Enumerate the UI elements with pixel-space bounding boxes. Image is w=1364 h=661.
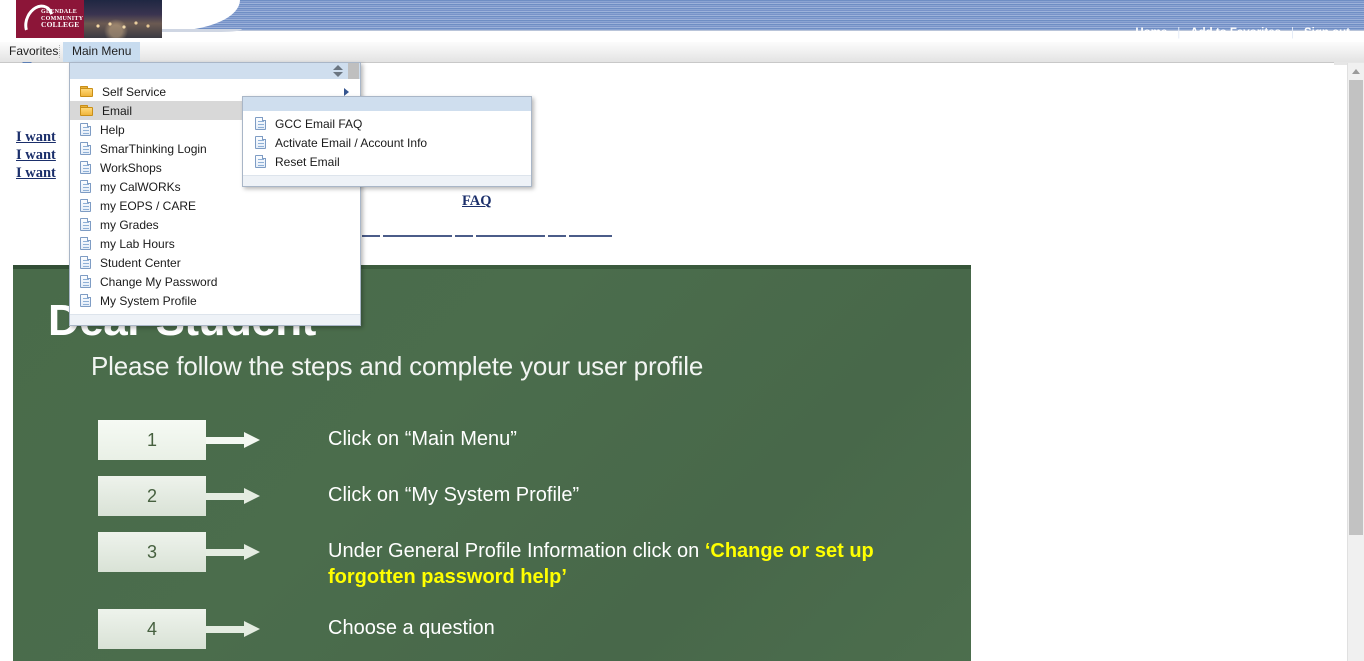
email-submenu: GCC Email FAQ Activate Email / Account I… <box>242 96 532 187</box>
step-text: Choose a question <box>328 617 495 639</box>
menu-item-my-eops-care[interactable]: my EOPS / CARE <box>70 196 360 215</box>
menu-bar-divider <box>59 45 60 59</box>
menu-item-label: Student Center <box>100 255 181 270</box>
submenu-item-label: GCC Email FAQ <box>275 116 363 131</box>
banner-subtitle: Please follow the steps and complete you… <box>91 351 704 381</box>
submenu-item-label: Activate Email / Account Info <box>275 135 428 150</box>
menu-item-my-system-profile[interactable]: My System Profile <box>70 291 360 310</box>
menu-item-label: my CalWORKs <box>100 179 181 194</box>
scrollbar-thumb[interactable] <box>1349 80 1363 535</box>
menu-item-label: WorkShops <box>100 160 162 175</box>
menu-item-my-grades[interactable]: my Grades <box>70 215 360 234</box>
submenu-item-activate-email-account-info[interactable]: Activate Email / Account Info <box>243 133 531 152</box>
document-icon <box>80 275 91 288</box>
menu-footer <box>70 314 360 325</box>
step-number-box: 1 <box>98 420 206 460</box>
menu-item-student-center[interactable]: Student Center <box>70 253 360 272</box>
menu-scroll-down-icon <box>333 72 343 77</box>
scroll-up-button[interactable] <box>1348 63 1364 79</box>
menu-item-label: Email <box>102 103 133 118</box>
document-icon <box>80 237 91 250</box>
menu-item-label: My System Profile <box>100 293 197 308</box>
menu-favorites[interactable]: Favorites <box>0 42 67 62</box>
menu-scroll-arrows[interactable] <box>333 64 344 78</box>
menu-item-label: my Lab Hours <box>100 236 175 251</box>
step-text: Click on “My System Profile” <box>328 484 580 506</box>
document-icon <box>80 180 91 193</box>
menu-item-label: Help <box>100 122 125 137</box>
step-row: 3 Under General Profile Information clic… <box>98 532 958 608</box>
folder-icon <box>80 105 93 116</box>
step-text: Under General Profile Information click … <box>328 538 948 590</box>
arrow-right-icon <box>206 432 260 448</box>
i-want-links: I want I want I want <box>16 128 56 182</box>
logo-line-3: COLLEGE <box>41 20 80 29</box>
menu-item-label: my EOPS / CARE <box>100 198 197 213</box>
step-row: 2 Click on “My System Profile” <box>98 476 958 531</box>
submenu-header <box>243 97 531 112</box>
document-icon <box>80 256 91 269</box>
page-header: GLENDALE COMMUNITY COLLEGE Home | Add to… <box>0 0 1364 42</box>
step-number-box: 3 <box>98 532 206 572</box>
logo-line-1: GLENDALE <box>41 9 78 15</box>
arrow-right-icon <box>206 488 260 504</box>
chevron-right-icon <box>344 88 349 96</box>
document-icon <box>255 136 266 149</box>
document-icon <box>255 117 266 130</box>
menu-main-menu[interactable]: Main Menu <box>63 42 141 62</box>
i-want-link-1[interactable]: I want <box>16 128 56 146</box>
menu-item-label: SmarThinking Login <box>100 141 207 156</box>
app-window: GLENDALE COMMUNITY COLLEGE Home | Add to… <box>0 0 1364 661</box>
step-row: 4 Choose a question <box>98 609 958 661</box>
submenu-item-label: Reset Email <box>275 154 340 169</box>
campus-photo <box>84 0 162 38</box>
home-link[interactable]: Home <box>1125 27 1177 39</box>
menu-item-my-lab-hours[interactable]: my Lab Hours <box>70 234 360 253</box>
arrow-right-icon <box>206 621 260 637</box>
menu-item-label: my Grades <box>100 217 159 232</box>
folder-icon <box>80 86 93 97</box>
gcc-logo[interactable]: GLENDALE COMMUNITY COLLEGE <box>16 0 162 38</box>
step-row: 1 Click on “Main Menu” <box>98 420 958 475</box>
document-icon <box>255 155 266 168</box>
document-icon <box>80 142 91 155</box>
logo-wordmark: GLENDALE COMMUNITY COLLEGE <box>41 9 83 29</box>
document-icon <box>80 218 91 231</box>
menu-bar: Favorites Main Menu <box>0 42 1364 67</box>
steps-list: 1 Click on “Main Menu” 2 Click on “My Sy… <box>98 420 958 661</box>
menu-item-label: Change My Password <box>100 274 218 289</box>
add-to-favorites-link[interactable]: Add to Favorites <box>1180 27 1291 39</box>
triangle-up-icon <box>1352 68 1360 74</box>
i-want-link-3[interactable]: I want <box>16 164 56 182</box>
document-icon <box>80 199 91 212</box>
submenu-item-gcc-email-faq[interactable]: GCC Email FAQ <box>243 114 531 133</box>
menu-scroll-header[interactable] <box>70 63 360 80</box>
menu-item-label: Self Service <box>102 84 167 99</box>
faq-link[interactable]: FAQ <box>462 193 492 210</box>
step-number-box: 2 <box>98 476 206 516</box>
document-icon <box>80 123 91 136</box>
document-icon <box>80 161 91 174</box>
i-want-link-2[interactable]: I want <box>16 146 56 164</box>
submenu-footer <box>243 175 531 186</box>
step-number-box: 4 <box>98 609 206 649</box>
email-submenu-items: GCC Email FAQ Activate Email / Account I… <box>243 112 531 175</box>
submenu-item-reset-email[interactable]: Reset Email <box>243 152 531 171</box>
arrow-right-icon <box>206 544 260 560</box>
vertical-scrollbar[interactable] <box>1347 63 1364 661</box>
menu-scroll-track[interactable] <box>348 63 359 79</box>
document-icon <box>80 294 91 307</box>
menu-scroll-up-icon <box>333 65 343 70</box>
header-links: Home | Add to Favorites | Sign out <box>1125 24 1360 42</box>
obscured-text-line <box>362 235 612 237</box>
menu-item-change-my-password[interactable]: Change My Password <box>70 272 360 291</box>
sign-out-link[interactable]: Sign out <box>1294 27 1360 39</box>
header-curve-shadow <box>160 29 242 32</box>
step-text-plain: Under General Profile Information click … <box>328 540 705 562</box>
step-text: Click on “Main Menu” <box>328 428 517 450</box>
